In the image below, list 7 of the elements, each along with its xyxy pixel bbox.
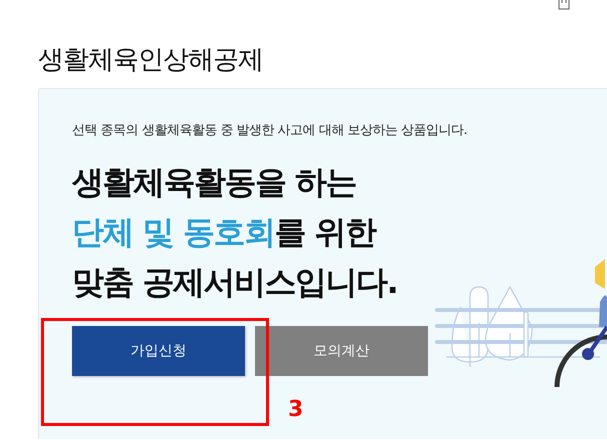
page-title: 생활체육인상해공제 — [38, 44, 264, 77]
join-button[interactable]: 가입신청 — [72, 326, 245, 376]
description-text: 선택 종목의 생활체육활동 중 발생한 사고에 대해 보상하는 상품입니다. — [72, 122, 468, 140]
document-icon[interactable] — [558, 0, 570, 10]
simulate-button[interactable]: 모의계산 — [255, 326, 428, 376]
headline-text: 생활체육활동을 하는 단체 및 동호회를 위한 맞춤 공제서비스입니다. — [72, 162, 398, 303]
step-number: 3 — [288, 397, 304, 422]
